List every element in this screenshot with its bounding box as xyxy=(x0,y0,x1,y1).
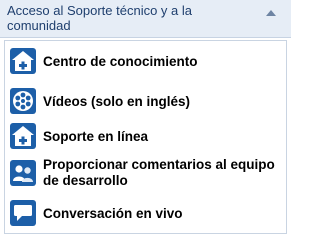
panel-title: Acceso al Soporte técnico y a la comunid… xyxy=(7,3,192,33)
link-knowledge-center[interactable]: Centro de conocimiento xyxy=(5,43,286,79)
link-online-support[interactable]: Soporte en línea xyxy=(5,118,286,154)
support-community-panel: Acceso al Soporte técnico y a la comunid… xyxy=(0,0,291,238)
house-plus-icon xyxy=(10,48,36,74)
film-reel-icon xyxy=(10,88,36,114)
link-live-chat[interactable]: Conversación en vivo xyxy=(5,195,286,231)
link-feedback[interactable]: Proporcionar comentarios al equipo de de… xyxy=(5,154,286,194)
link-videos[interactable]: Vídeos (solo en inglés) xyxy=(5,83,286,119)
item-label: Centro de conocimiento xyxy=(43,54,198,69)
house-plus-icon xyxy=(10,123,36,149)
item-label: Proporcionar comentarios al equipo de de… xyxy=(43,157,275,188)
item-label: Vídeos (solo en inglés) xyxy=(43,94,191,109)
item-label: Conversación en vivo xyxy=(43,206,183,221)
item-label: Soporte en línea xyxy=(43,129,149,144)
users-feedback-icon xyxy=(10,160,36,186)
links-list: Centro de conocimiento Vídeos (solo en i… xyxy=(4,40,287,234)
chat-bubble-icon xyxy=(10,200,36,226)
chevron-up-icon[interactable] xyxy=(264,6,278,18)
panel-header[interactable]: Acceso al Soporte técnico y a la comunid… xyxy=(0,0,291,38)
